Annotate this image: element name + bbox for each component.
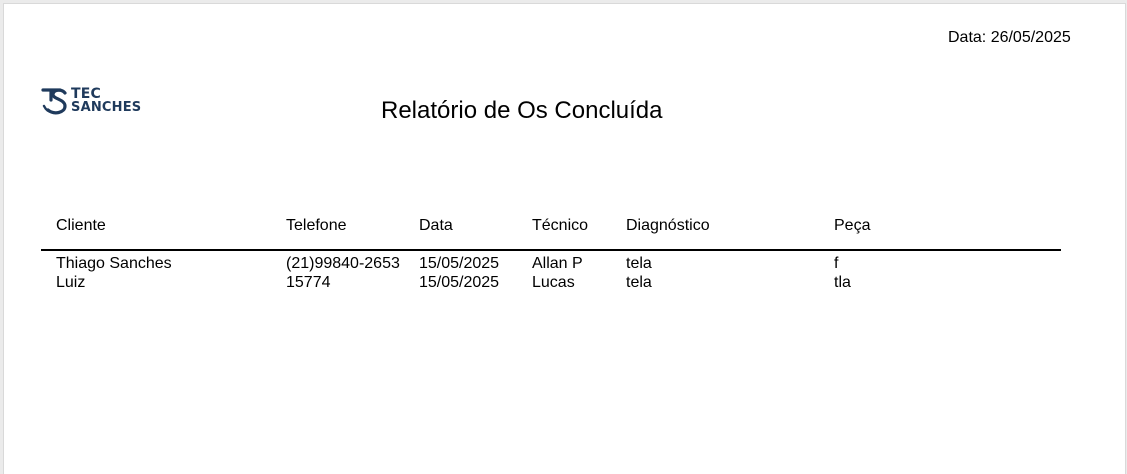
report-title: Relatório de Os Concluída <box>381 97 663 124</box>
ts-monogram-icon <box>41 88 67 115</box>
header-divider <box>41 249 1061 251</box>
column-header-peca: Peça <box>834 217 871 234</box>
cell-data: 15/05/2025 <box>419 274 500 291</box>
company-logo: TEC SANCHES <box>40 84 141 118</box>
column-header-telefone: Telefone <box>286 217 347 234</box>
logo-wordmark: TEC SANCHES <box>71 87 142 115</box>
cell-diagnostico: tela <box>626 274 652 291</box>
column-header-tecnico: Técnico <box>532 217 589 234</box>
cell-peca: tla <box>834 274 851 291</box>
cell-peca: f <box>834 255 839 272</box>
cell-telefone: 15774 <box>286 274 331 291</box>
cell-diagnostico: tela <box>626 255 652 272</box>
cell-telefone: (21)99840-2653 <box>286 255 400 272</box>
report-page: Data: 26/05/2025 TEC SANCHES Relatório d… <box>3 3 1126 474</box>
cell-tecnico: Allan P <box>532 255 583 272</box>
cell-tecnico: Lucas <box>532 274 575 291</box>
column-header-data: Data <box>419 217 453 234</box>
cell-data: 15/05/2025 <box>419 255 500 272</box>
cell-cliente: Thiago Sanches <box>56 255 172 272</box>
column-header-diagnostico: Diagnóstico <box>626 217 710 234</box>
logo-line-2: SANCHES <box>71 100 142 115</box>
column-header-cliente: Cliente <box>56 217 106 234</box>
cell-cliente: Luiz <box>56 274 86 291</box>
report-date: Data: 26/05/2025 <box>948 29 1071 46</box>
